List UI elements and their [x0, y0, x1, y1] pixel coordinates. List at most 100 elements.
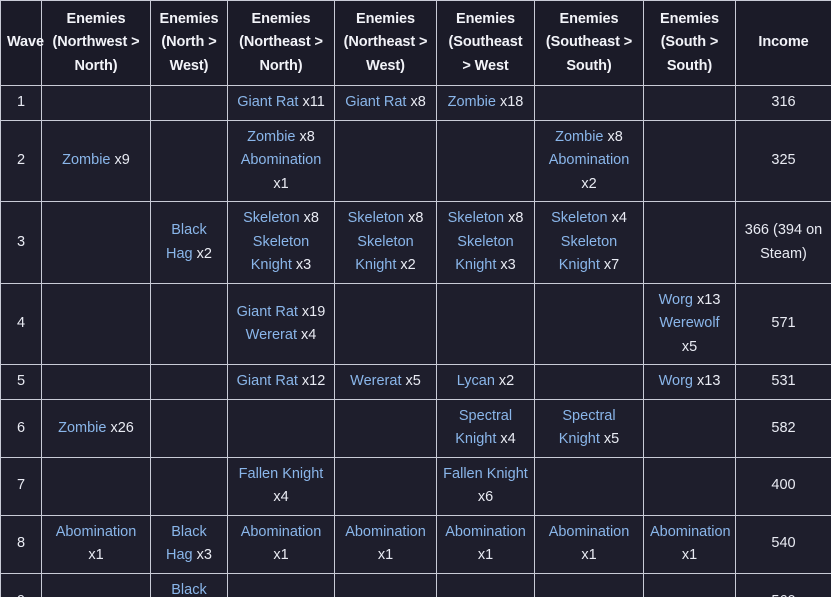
enemy-entry: Skeleton x4 [551, 210, 627, 226]
enemy-entry: Wererat x4 [246, 327, 317, 343]
enemy-entry: Abomination x1 [445, 524, 526, 563]
enemy-entry: Giant Rat x12 [237, 373, 326, 389]
column-header-southeast-south[interactable]: Enemies (Southeast > South) [534, 0, 644, 87]
enemy-count: x3 [291, 257, 312, 274]
enemy-link[interactable]: Wererat [246, 327, 297, 343]
enemy-entry: Fallen Knight x4 [239, 466, 324, 505]
table-row: 6 Zombie x26 Spectral Knight x4 Spectral Kn… [0, 398, 831, 458]
enemy-entry: Abomination x2 [549, 152, 630, 191]
enemy-link[interactable]: Giant Rat [237, 94, 298, 110]
enemy-link[interactable]: Abomination [549, 524, 630, 540]
enemy-count: x26 [106, 419, 134, 436]
column-header-northwest-north[interactable]: Enemies (Northwest > North) [41, 0, 151, 87]
enemy-entry: Giant Rat x11 [237, 94, 325, 110]
enemy-link[interactable]: Abomination [345, 524, 426, 540]
enemy-link[interactable]: Giant Rat [237, 373, 298, 389]
column-header-north-west[interactable]: Enemies (North > West) [150, 0, 228, 87]
table-header-row: Wave Enemies (Northwest > North) Enemies… [0, 0, 831, 87]
enemy-link[interactable]: Abomination [445, 524, 526, 540]
enemy-cell-northwest-north [41, 85, 151, 121]
enemy-cell-south-south: Abomination x1 [643, 514, 736, 574]
income-cell: 325 [735, 119, 831, 203]
column-header-south-south[interactable]: Enemies (South > South) [643, 0, 736, 87]
enemy-count: x1 [581, 547, 597, 564]
enemy-link[interactable]: Skeleton [243, 210, 299, 226]
enemy-link[interactable]: Abomination [650, 524, 731, 540]
enemy-entry: Abomination x1 [549, 524, 630, 563]
enemy-count: x8 [404, 210, 424, 227]
enemy-cell-north-west [150, 398, 228, 458]
enemy-entry: Worg x13 [659, 373, 721, 389]
enemy-count: x4 [273, 489, 289, 506]
enemy-link[interactable]: Abomination [56, 524, 137, 540]
enemy-link[interactable]: Worg [659, 292, 693, 308]
enemy-link[interactable]: Werewolf [659, 315, 719, 331]
enemy-cell-north-west: Black Hag x7 [150, 572, 228, 597]
column-header-southeast-west[interactable]: Enemies (Southeast > West [436, 0, 535, 87]
enemy-link[interactable]: Zombie [247, 129, 295, 145]
enemy-cell-north-west [150, 364, 228, 400]
enemy-cell-northwest-north [41, 364, 151, 400]
enemy-link[interactable]: Zombie [62, 152, 110, 168]
enemy-cell-northeast-north: Giant Rat x19 Wererat x4 [227, 282, 335, 366]
enemy-count: x1 [377, 547, 394, 564]
enemy-count: x4 [607, 210, 627, 227]
enemy-entry: Lycan x2 [457, 373, 515, 389]
column-header-northeast-north[interactable]: Enemies (Northeast > North) [227, 0, 335, 87]
enemy-link[interactable]: Skeleton [448, 210, 504, 226]
table-row: 2 Zombie x9 Zombie x8Abomination x1 Zombie … [0, 119, 831, 203]
wave-number-cell: 2 [0, 119, 42, 203]
enemy-cell-northwest-north: Zombie x9 [41, 119, 151, 203]
enemy-cell-northeast-north: Giant Rat x12 [227, 364, 335, 400]
enemy-cell-northwest-north [41, 572, 151, 597]
enemy-link[interactable]: Zombie [58, 420, 106, 436]
column-header-wave[interactable]: Wave [0, 0, 44, 87]
enemy-entry: Skeleton x8 [448, 210, 524, 226]
enemy-cell-southeast-south [534, 85, 644, 121]
enemy-cell-southeast-south: Spectral Knight x5 [534, 398, 644, 458]
enemy-entry: Zombie x18 [448, 94, 524, 110]
enemy-cell-south-south: Worg x13 [643, 364, 736, 400]
enemy-count: x8 [603, 128, 623, 145]
column-header-northeast-west[interactable]: Enemies (Northeast > West) [334, 0, 437, 87]
enemy-link[interactable]: Zombie [555, 129, 603, 145]
enemy-cell-southeast-south [534, 364, 644, 400]
enemy-entry: Skeleton x8 [348, 210, 424, 226]
enemy-link[interactable]: Skeleton [348, 210, 404, 226]
enemy-count: x8 [299, 210, 319, 227]
enemy-link[interactable]: Black Hag [166, 582, 206, 597]
enemy-entry: Black Hag x7 [166, 582, 212, 597]
enemy-link[interactable]: Giant Rat [345, 94, 406, 110]
enemy-count: x12 [297, 373, 326, 390]
enemy-entry: Wererat x5 [350, 373, 421, 389]
income-cell: 540 [735, 514, 831, 574]
wave-number-cell: 4 [0, 282, 42, 366]
enemy-link[interactable]: Lycan [457, 373, 495, 389]
enemy-link[interactable]: Giant Rat [237, 304, 298, 320]
column-header-income[interactable]: Income [735, 0, 831, 87]
enemy-cell-southeast-west: Lycan x2 [436, 364, 535, 400]
enemy-link[interactable]: Abomination [241, 524, 322, 540]
enemy-cell-northwest-north: Zombie x26 [41, 398, 151, 458]
table-row: 4 Giant Rat x19Wererat x4 Worg x13Werewolf… [0, 282, 831, 366]
enemy-cell-north-west: Black Hag x3 [150, 514, 228, 574]
enemy-cell-south-south [643, 201, 736, 284]
enemy-entry: Skeleton Knight x3 [455, 234, 515, 273]
enemy-link[interactable]: Abomination [549, 152, 630, 168]
enemy-cell-southeast-west [436, 572, 535, 597]
enemy-cell-southeast-west: Spectral Knight x4 [436, 398, 535, 458]
enemy-link[interactable]: Zombie [448, 94, 496, 110]
enemy-cell-northeast-west: Skeleton x8 Skeleton Knight x2 [334, 201, 437, 284]
enemy-entry: Giant Rat x19 [237, 304, 326, 320]
enemy-cell-southeast-west [436, 119, 535, 203]
enemy-cell-northeast-west [334, 572, 437, 597]
enemy-link[interactable]: Skeleton [551, 210, 607, 226]
enemy-link[interactable]: Fallen Knight [443, 466, 528, 482]
wave-number-cell: 3 [0, 201, 42, 284]
enemy-link[interactable]: Fallen Knight [239, 466, 324, 482]
enemy-cell-north-west [150, 85, 228, 121]
enemy-link[interactable]: Abomination [241, 152, 322, 168]
enemy-link[interactable]: Wererat [350, 373, 401, 389]
enemy-cell-northeast-west [334, 456, 437, 516]
enemy-link[interactable]: Worg [659, 373, 693, 389]
